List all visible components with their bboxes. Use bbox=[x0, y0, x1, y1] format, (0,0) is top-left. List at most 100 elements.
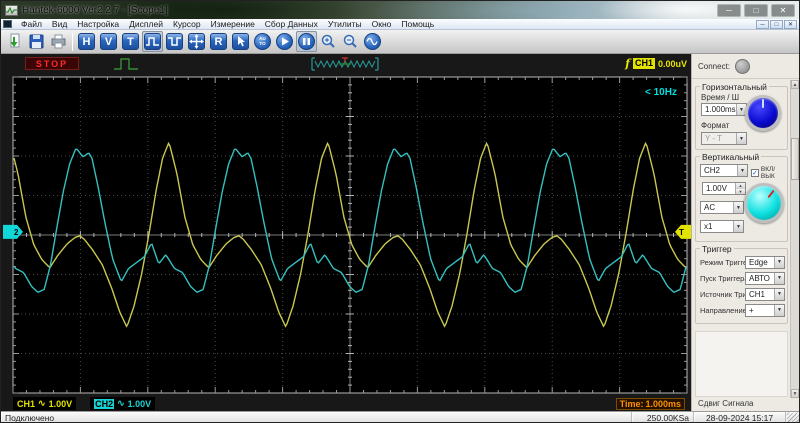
minimize-button[interactable]: ─ bbox=[717, 4, 741, 17]
menu-item-0[interactable]: Файл bbox=[16, 19, 47, 30]
app-icon bbox=[5, 5, 18, 16]
frequency-warning: < 10Hz bbox=[645, 87, 677, 98]
pulse-wave-icon bbox=[144, 33, 161, 50]
ch2-scale: 1.00V bbox=[128, 399, 152, 409]
menu-item-2[interactable]: Настройка bbox=[72, 19, 124, 30]
ch2-coupling-icon: ∿ bbox=[117, 398, 125, 409]
timebase-select[interactable]: 1.000ms▼ bbox=[701, 103, 747, 116]
trigger-row-label: Пуск Триггера bbox=[700, 274, 745, 283]
pulse-mode-button[interactable] bbox=[142, 31, 163, 52]
vertical-group: Вертикальный CH2▼ ✓ ВКЛ/ВЫК 1.00V ▲▼ AC▼ bbox=[695, 156, 788, 242]
chevron-down-icon: ▼ bbox=[774, 289, 784, 300]
maximize-button[interactable]: □ bbox=[744, 4, 768, 17]
trigger-row-label: Источник Тригг bbox=[700, 290, 745, 299]
mdi-minimize-button[interactable]: ─ bbox=[756, 20, 769, 29]
zoom-out-icon bbox=[342, 33, 359, 50]
volts-div-stepper[interactable]: 1.00V ▲▼ bbox=[702, 182, 746, 195]
autoset-button[interactable]: AUTO bbox=[252, 31, 273, 52]
menu-item-3[interactable]: Дисплей bbox=[124, 19, 168, 30]
ch2-readout[interactable]: CH2∿1.00V bbox=[90, 397, 155, 410]
trigger-row-select[interactable]: CH1▼ bbox=[745, 288, 785, 301]
ch1-scale: 1.00V bbox=[49, 399, 73, 409]
horizontal-panel-button[interactable]: H bbox=[76, 31, 97, 52]
toolbar-separator bbox=[72, 33, 73, 51]
acquisition-status-badge: STOP bbox=[25, 57, 79, 70]
cross-arrows-icon bbox=[188, 33, 205, 50]
scroll-up-icon[interactable]: ▲ bbox=[791, 80, 799, 89]
save-icon bbox=[28, 33, 45, 50]
chevron-down-icon: ▼ bbox=[774, 273, 784, 284]
trigger-row-select[interactable]: +▼ bbox=[745, 304, 785, 317]
menu-item-4[interactable]: Курсор bbox=[168, 19, 206, 30]
run-button[interactable] bbox=[274, 31, 295, 52]
application-window: Hantek-6000 Ver2.2.7 - [Scope1] ─ □ ✕ Фа… bbox=[0, 0, 800, 423]
vertical-position-knob[interactable] bbox=[744, 183, 784, 223]
print-button[interactable] bbox=[48, 31, 69, 52]
panel-scrollbar[interactable]: ▲ ▼ bbox=[790, 80, 799, 398]
horizontal-panel-icon: H bbox=[78, 33, 95, 50]
vertical-panel-button[interactable]: V bbox=[98, 31, 119, 52]
ch1-readout[interactable]: CH1∿1.00V bbox=[13, 397, 76, 410]
mdi-restore-button[interactable]: □ bbox=[770, 20, 783, 29]
title-bar[interactable]: Hantek-6000 Ver2.2.7 - [Scope1] ─ □ ✕ bbox=[1, 1, 799, 19]
sample-rate: 250.00KSa bbox=[632, 412, 694, 423]
auto-range-button[interactable] bbox=[186, 31, 207, 52]
datetime: 28-09-2024 15:17 bbox=[694, 412, 786, 423]
zoom-out-button[interactable] bbox=[340, 31, 361, 52]
channel-readout-bar: CH1∿1.00V CH2∿1.00V Time:1.000ms bbox=[1, 396, 691, 411]
ch1-coupling-icon: ∿ bbox=[38, 398, 46, 409]
trigger-slope-icon: f bbox=[625, 57, 630, 70]
resize-grip[interactable] bbox=[786, 412, 799, 423]
pulse-measure-button[interactable] bbox=[164, 31, 185, 52]
timebase-readout: Time:1.000ms bbox=[616, 398, 685, 410]
chevron-down-icon: ▼ bbox=[737, 165, 747, 176]
menu-item-9[interactable]: Помощь bbox=[396, 19, 439, 30]
chevron-down-icon: ▼ bbox=[774, 305, 784, 316]
chevron-down-icon: ▼ bbox=[736, 133, 746, 144]
pause-button[interactable] bbox=[296, 31, 317, 52]
play-icon bbox=[276, 33, 293, 50]
scroll-down-icon[interactable]: ▼ bbox=[791, 389, 799, 398]
menu-item-1[interactable]: Вид bbox=[47, 19, 72, 30]
menu-item-7[interactable]: Утилиты bbox=[323, 19, 367, 30]
waveform-display[interactable]: 2 T < 10Hz bbox=[1, 74, 691, 396]
scope-document-icon bbox=[3, 20, 12, 28]
buffer-preview[interactable] bbox=[309, 56, 381, 72]
menu-item-5[interactable]: Измерение bbox=[206, 19, 260, 30]
record-button[interactable]: R bbox=[208, 31, 229, 52]
menu: ФайлВидНастройкаДисплейКурсорИзмерениеСб… bbox=[16, 19, 756, 30]
channel-select[interactable]: CH2▼ bbox=[700, 164, 748, 177]
checkmark-icon: ✓ bbox=[751, 169, 759, 177]
zoom-in-button[interactable] bbox=[318, 31, 339, 52]
trigger-row-2: Источник ТриггCH1▼ bbox=[696, 286, 787, 302]
pointer-tool-button[interactable] bbox=[230, 31, 251, 52]
control-panel: Connect: Горизонтальный Время / Ш 1.000m… bbox=[691, 54, 799, 411]
pulse-cursor-icon bbox=[166, 33, 183, 50]
ch2-ground-marker-label: 2 bbox=[14, 228, 19, 237]
menu-item-6[interactable]: Сбор Данных bbox=[260, 19, 323, 30]
horizontal-position-knob[interactable] bbox=[745, 95, 781, 131]
format-label: Формат bbox=[701, 121, 729, 130]
pause-icon bbox=[298, 33, 315, 50]
coupling-select[interactable]: AC▼ bbox=[700, 201, 744, 214]
trigger-panel-button[interactable]: T bbox=[120, 31, 141, 52]
chevron-down-icon: ▼ bbox=[774, 257, 784, 268]
menu-item-8[interactable]: Окно bbox=[367, 19, 397, 30]
self-calibration-button[interactable] bbox=[362, 31, 383, 52]
channel-enable-checkbox[interactable]: ✓ ВКЛ/ВЫК bbox=[751, 166, 787, 180]
cursor-arrow-icon bbox=[232, 33, 249, 50]
panel-empty-area bbox=[695, 331, 788, 397]
trigger-row-select[interactable]: АВТО▼ bbox=[745, 272, 785, 285]
spin-down-icon[interactable]: ▼ bbox=[736, 189, 745, 195]
probe-select[interactable]: x1▼ bbox=[700, 220, 744, 233]
close-button[interactable]: ✕ bbox=[771, 4, 795, 17]
trigger-row-select[interactable]: Edge▼ bbox=[745, 256, 785, 269]
mdi-close-button[interactable]: ✕ bbox=[784, 20, 797, 29]
print-icon bbox=[50, 33, 67, 50]
scroll-thumb[interactable] bbox=[791, 138, 799, 180]
connect-indicator-button[interactable] bbox=[735, 59, 750, 74]
save-button[interactable] bbox=[26, 31, 47, 52]
trigger-marker-label: T bbox=[679, 228, 684, 237]
open-file-button[interactable] bbox=[4, 31, 25, 52]
record-icon: R bbox=[210, 33, 227, 50]
